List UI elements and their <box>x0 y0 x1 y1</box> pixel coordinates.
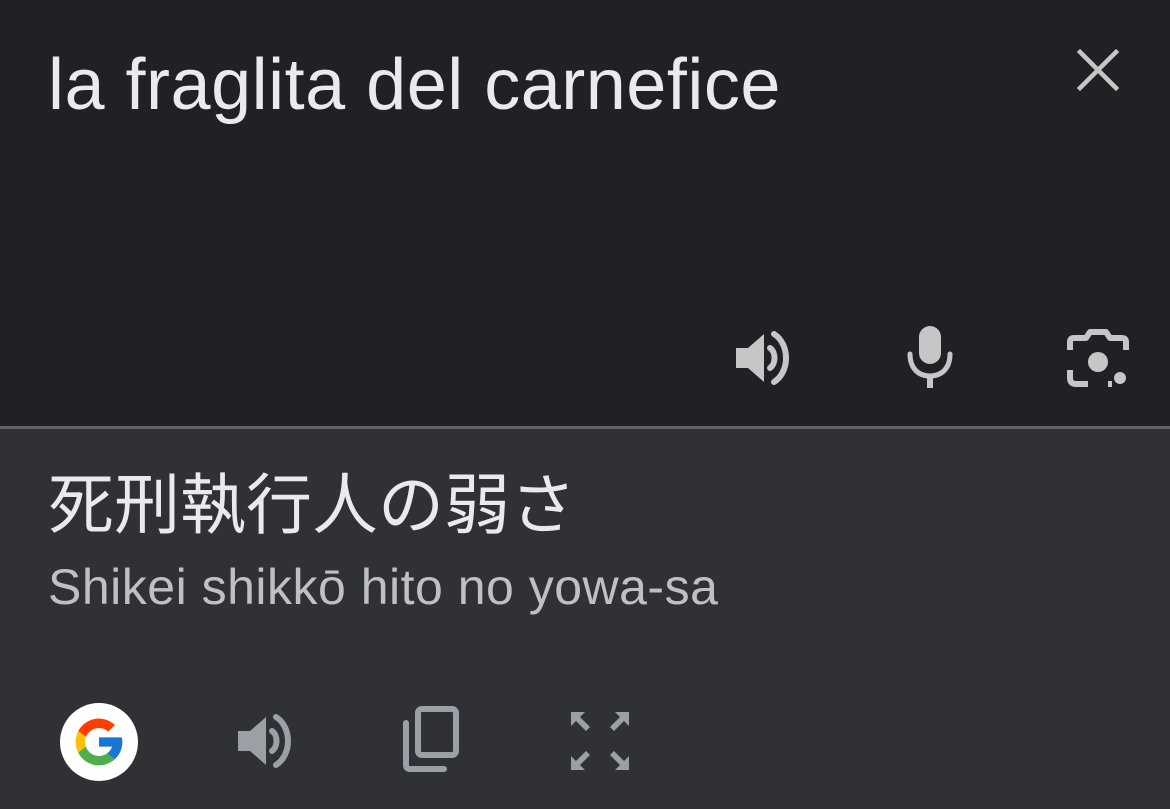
copy-translation-button[interactable] <box>396 701 464 777</box>
volume-icon <box>238 714 291 768</box>
listen-translation-button[interactable] <box>226 705 302 777</box>
listen-source-button[interactable] <box>724 322 800 394</box>
camera-lens-icon <box>1067 329 1129 387</box>
copy-icon <box>403 706 459 772</box>
translation-text: 死刑執行人の弱さ <box>48 467 576 544</box>
source-text-input[interactable]: la fraglita del carnefice <box>48 40 781 130</box>
translate-app: la fraglita del carnefice 死刑執行人の弱さ Shike… <box>0 0 1170 809</box>
microphone-button[interactable] <box>896 318 964 394</box>
clear-button[interactable] <box>1066 38 1130 102</box>
fullscreen-icon <box>571 712 629 770</box>
volume-icon <box>736 331 789 385</box>
fullscreen-button[interactable] <box>564 705 636 777</box>
romanization-text: Shikei shikkō hito no yowa-sa <box>48 559 719 615</box>
camera-button[interactable] <box>1060 322 1136 394</box>
translation-panel: 死刑執行人の弱さ Shikei shikkō hito no yowa-sa <box>0 429 1170 809</box>
google-search-button[interactable] <box>60 703 138 781</box>
source-panel: la fraglita del carnefice <box>0 0 1170 426</box>
close-icon <box>1076 48 1120 92</box>
microphone-icon <box>907 326 953 388</box>
google-logo-icon <box>75 718 123 766</box>
